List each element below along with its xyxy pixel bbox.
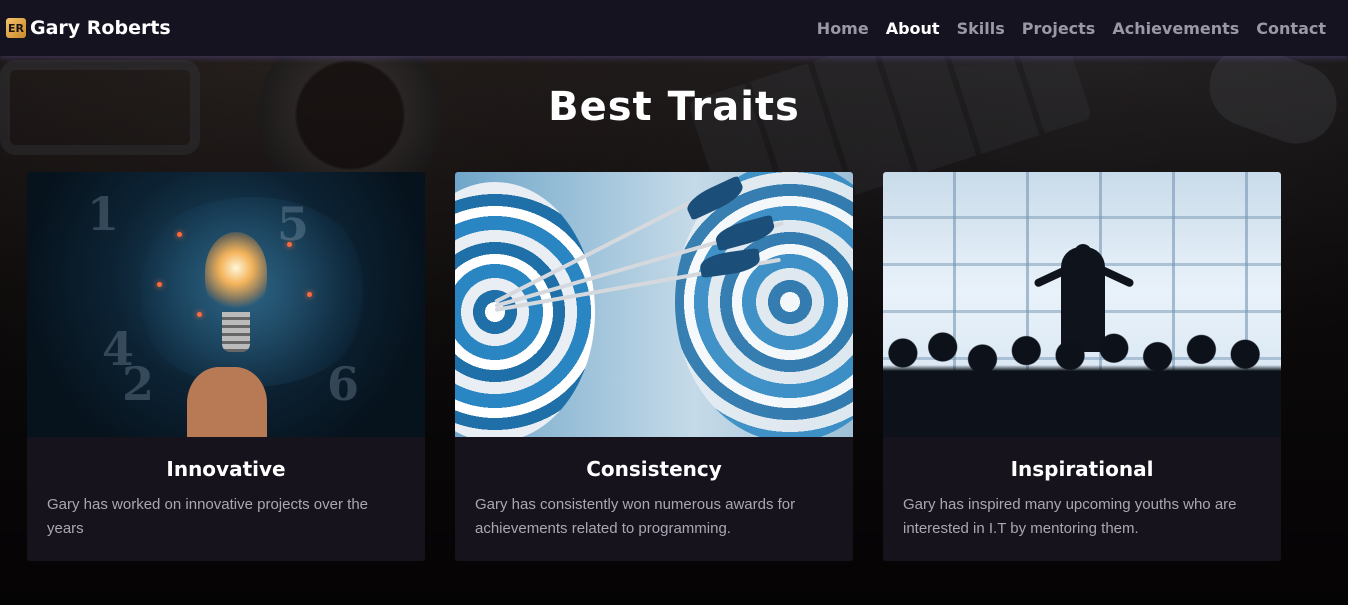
traits-cards: 1 5 4 6 2 Innovative Gary has worked on … <box>27 172 1281 561</box>
section-title: Best Traits <box>548 84 800 130</box>
lightbulb-brain-image: 1 5 4 6 2 <box>27 172 425 437</box>
card-text: Gary has consistently won numerous award… <box>475 496 796 537</box>
card-text: Gary has inspired many upcoming youths w… <box>903 496 1237 537</box>
nav-link-contact[interactable]: Contact <box>1256 19 1326 38</box>
trait-card-innovative: 1 5 4 6 2 Innovative Gary has worked on … <box>27 172 425 561</box>
navbar: ER Gary Roberts Home About Skills Projec… <box>0 0 1348 56</box>
trait-card-inspirational: Inspirational Gary has inspired many upc… <box>883 172 1281 561</box>
nav-link-skills[interactable]: Skills <box>957 19 1005 38</box>
nav-link-achievements[interactable]: Achievements <box>1112 19 1239 38</box>
card-title: Consistency <box>586 457 722 481</box>
brand-name: Gary Roberts <box>30 17 171 39</box>
brand[interactable]: ER Gary Roberts <box>6 17 171 39</box>
nav-link-about[interactable]: About <box>886 19 940 38</box>
logo-icon: ER <box>6 18 26 38</box>
nav-link-projects[interactable]: Projects <box>1022 19 1096 38</box>
nav-link-home[interactable]: Home <box>817 19 869 38</box>
card-text: Gary has worked on innovative projects o… <box>47 496 368 537</box>
speaker-audience-image <box>883 172 1281 437</box>
card-title: Innovative <box>166 457 286 481</box>
card-title: Inspirational <box>1010 457 1154 481</box>
archery-target-image <box>455 172 853 437</box>
nav-links: Home About Skills Projects Achievements … <box>817 19 1326 38</box>
trait-card-consistency: Consistency Gary has consistently won nu… <box>455 172 853 561</box>
